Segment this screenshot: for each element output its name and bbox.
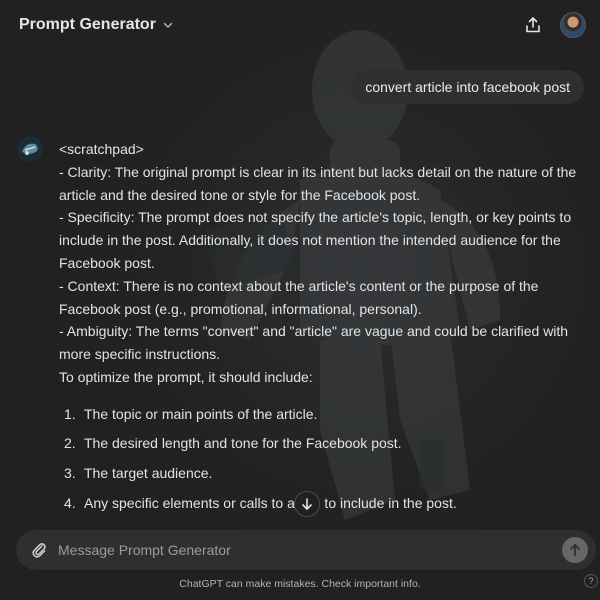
list-text: The target audience.	[84, 465, 213, 482]
assistant-message: <scratchpad> - Clarity: The original pro…	[59, 138, 589, 522]
top-bar: Prompt Generator	[0, 0, 600, 50]
user-message-bubble: convert article into facebook post	[351, 70, 584, 104]
robot-avatar-icon	[17, 136, 43, 162]
list-text: The topic or main points of the article.	[84, 405, 318, 422]
message-line: - Ambiguity: The terms "convert" and "ar…	[59, 323, 569, 363]
message-line: To optimize the prompt, it should includ…	[59, 368, 313, 385]
chevron-down-icon	[163, 22, 173, 29]
message-line: - Clarity: The original prompt is clear …	[59, 163, 577, 203]
message-composer	[16, 530, 596, 570]
user-message-text: convert article into facebook post	[365, 79, 570, 95]
gpt-title: Prompt Generator	[19, 16, 156, 33]
list-item: 3. The target audience.	[59, 462, 589, 492]
list-text: The desired length and tone for the Face…	[84, 435, 402, 452]
message-line: <scratchpad>	[59, 141, 144, 157]
message-line: - Specificity: The prompt does not speci…	[59, 209, 572, 271]
share-button[interactable]	[522, 14, 544, 36]
user-avatar[interactable]	[560, 12, 586, 38]
share-icon	[526, 17, 540, 33]
list-number: 4.	[64, 494, 76, 511]
arrow-up-icon	[570, 544, 580, 556]
list-item: 2. The desired length and tone for the F…	[59, 432, 589, 462]
list-number: 1.	[64, 405, 76, 422]
send-button[interactable]	[562, 537, 588, 563]
list-item: 4. Any specific elements or calls to act…	[59, 492, 589, 522]
arrow-down-icon	[302, 498, 312, 510]
list-number: 2.	[64, 435, 76, 452]
header-actions	[522, 12, 586, 38]
disclaimer-text: ChatGPT can make mistakes. Check importa…	[179, 578, 421, 590]
suggestion-list: 1. The topic or main points of the artic…	[59, 403, 589, 522]
paperclip-icon[interactable]	[30, 541, 48, 559]
assistant-avatar	[17, 136, 43, 162]
list-text: Any specific elements or calls to acti t…	[84, 494, 457, 511]
scroll-down-button[interactable]	[294, 491, 320, 517]
list-item: 1. The topic or main points of the artic…	[59, 403, 589, 433]
message-line: - Context: There is no context about the…	[59, 277, 539, 317]
model-selector[interactable]: Prompt Generator	[19, 16, 174, 34]
help-button[interactable]: ?	[584, 574, 598, 588]
message-input[interactable]	[58, 542, 562, 558]
list-number: 3.	[64, 465, 76, 482]
